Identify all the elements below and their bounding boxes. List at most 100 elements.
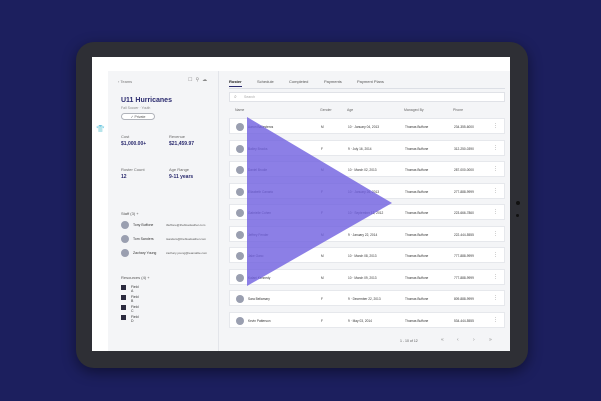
player-phone: 234-355-6000 [454,125,474,129]
tab-schedule[interactable]: Schedule [257,79,274,84]
team-name: U11 Hurricanes [121,97,172,104]
column-header[interactable]: Age [347,108,353,112]
column-header[interactable]: Gender [320,108,332,112]
staff-email: tbuffone@thebluefeather.com [166,223,206,227]
table-row[interactable]: Kalani Kennedy M 10 · March 09, 2013 Thomas… [229,268,505,285]
stat-label: Cost [121,134,130,139]
search-icon: ⌕ [234,94,237,100]
stat-label: Roster Count [121,167,145,172]
more-options-icon[interactable]: ⋮ [493,252,498,258]
avatar [236,144,244,153]
player-manager: Thomas Buffone [405,254,429,258]
staff-row[interactable]: Tom Sanders tsanders@thebluefeather.com [121,235,216,245]
player-gender: F [321,211,323,215]
staff-email: tsanders@thebluefeather.com [166,237,207,241]
player-manager: Thomas Buffone [405,125,429,129]
staff-name: Zachary Young [133,251,157,255]
avatar [236,123,244,131]
player-manager: Thomas Buffone [405,168,429,172]
player-name: Kevin Patterson [248,318,271,323]
player-gender: F [321,297,323,301]
resource-name: Field D [131,315,139,323]
table-row[interactable]: Daniel Brodie M 10 · March 02, 2013 Thomas … [229,161,505,177]
player-age: 10 · March 02, 2013 [348,168,377,172]
player-phone: 777-888-9999 [454,275,474,280]
sensor [516,214,519,217]
visibility-pill[interactable]: ✓ Private [121,113,155,120]
table-row[interactable]: Aaron Ballesteros M 10 · January 04, 2013 T… [229,118,505,134]
resource-name: Field A [131,285,139,293]
resource-icon [121,285,126,290]
shirt-icon[interactable]: 👕 [96,125,105,133]
player-phone: 223-666-7860 [454,211,474,215]
more-options-icon[interactable]: ⋮ [493,123,498,129]
player-name: Gabrielle Cohen [248,211,272,215]
player-phone: 287-000-0000 [454,168,474,172]
stat-label: Age Range [169,167,190,172]
column-header[interactable]: Phone [453,108,463,112]
more-options-icon[interactable]: ⋮ [493,188,498,194]
prev-page-button[interactable]: ‹ [457,337,459,343]
player-age: 9 · January 22, 2014 [348,232,378,237]
avatar [236,209,244,217]
column-header[interactable]: Name [235,108,244,112]
player-age: 10 · January 26, 2013 [348,189,380,194]
player-gender: F [321,318,323,323]
stat-value: $1,000.00+ [121,141,147,147]
player-phone: 222-444-5555 [454,232,474,237]
tab-roster[interactable]: Roster [229,79,242,87]
tab-payment-plans[interactable]: Payment Plans [357,79,384,84]
more-options-icon[interactable]: ⋮ [493,295,498,301]
table-row[interactable]: Bailey Brooks F 9 · July 16, 2014 Thomas Bu… [229,139,505,156]
cloud-icon[interactable]: ☁ [202,77,210,83]
main-content: Roster Schedule Completed Payments Payme… [219,71,510,351]
last-page-button[interactable]: » [489,337,492,343]
player-gender: M [321,275,324,280]
tab-completed[interactable]: Completed [289,79,308,84]
resource-icon [121,295,126,300]
player-age: 10 · March 09, 2013 [348,275,377,280]
table-row[interactable]: Elizabeth Canario F 10 · January 26, 2013 T… [229,182,505,199]
staff-row[interactable]: Zachary Young zachary.young@teamable.com [121,249,216,259]
more-options-icon[interactable]: ⋮ [493,317,498,323]
column-header[interactable]: Managed By [404,108,424,112]
table-row[interactable]: Jake Gano M 10 · March 08, 2013 Thomas Buff… [229,247,505,263]
staff-name: Tony Buffone [133,223,154,227]
player-age: 10 · January 04, 2013 [348,125,380,129]
player-phone: 809-888-9999 [454,297,474,301]
back-label: Teams [120,79,133,84]
pagination-info: 1 - 10 of 12 [400,339,418,343]
team-subtitle: Fall Soccer · Youth [121,106,151,110]
search-input[interactable]: ⌕ Search [229,92,505,102]
more-options-icon[interactable]: ⋮ [493,166,498,172]
player-gender: M [321,232,324,237]
player-phone: 277-888-9999 [454,189,474,194]
more-options-icon[interactable]: ⋮ [493,274,498,280]
more-options-icon[interactable]: ⋮ [493,209,498,215]
more-options-icon[interactable]: ⋮ [493,231,498,237]
player-age: 9 · May 03, 2014 [348,318,372,323]
resources-header[interactable]: Resources (4) + [121,275,150,280]
first-page-button[interactable]: « [441,337,444,343]
more-options-icon[interactable]: ⋮ [493,145,498,151]
avatar [121,235,129,243]
top-bar [92,57,510,71]
player-gender: F [321,146,323,151]
avatar [236,252,244,260]
stat-label: Revenue [169,134,186,139]
table-row[interactable]: Gabrielle Cohen F 10 · September 13, 2012 T… [229,204,505,220]
resource-icon [121,305,126,310]
back-link[interactable]: ‹ Teams [118,79,132,84]
staff-header[interactable]: Staff (3) + [121,211,139,216]
staff-row[interactable]: Tony Buffone tbuffone@thebluefeather.com [121,221,216,231]
resource-name: Field B [131,295,139,303]
player-manager: Thomas Buffone [405,189,429,194]
resource-icon [121,315,126,320]
table-row[interactable]: Jeffrey Fender M 9 · January 22, 2014 Thoma… [229,225,505,242]
player-gender: M [321,125,324,129]
table-row[interactable]: Sara Bellamary F 9 · December 22, 2013 Thom… [229,290,505,306]
tab-payments[interactable]: Payments [324,79,342,84]
next-page-button[interactable]: › [473,337,475,343]
player-gender: M [321,168,324,172]
table-row[interactable]: Kevin Patterson F 9 · May 03, 2014 Thomas B… [229,311,505,328]
